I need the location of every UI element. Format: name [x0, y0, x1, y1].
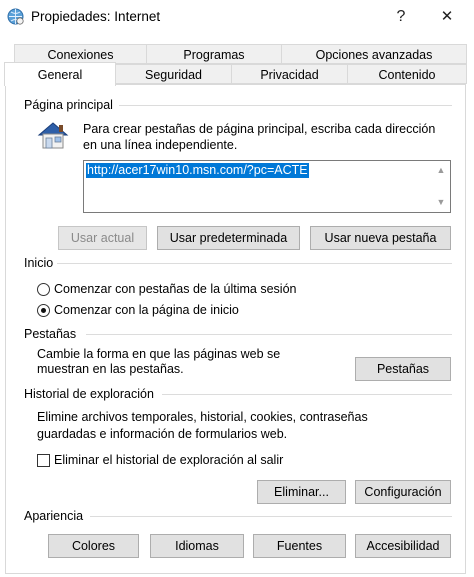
startup-tabs-radio[interactable]	[37, 283, 50, 296]
accessibility-button[interactable]: Accesibilidad	[355, 534, 451, 558]
tabs-settings-button[interactable]: Pestañas	[355, 357, 451, 381]
appearance-divider	[90, 516, 452, 517]
delete-history-button[interactable]: Eliminar...	[257, 480, 346, 504]
colors-button[interactable]: Colores	[48, 534, 139, 558]
history-description-line1: Elimine archivos temporales, historial, …	[37, 410, 368, 424]
tabs-section-divider	[86, 334, 452, 335]
radio-selected-dot	[41, 308, 46, 313]
history-heading: Historial de exploración	[24, 387, 154, 401]
home-page-heading: Página principal	[24, 98, 113, 112]
help-button[interactable]: ?	[384, 4, 418, 30]
delete-history-on-exit-label[interactable]: Eliminar el historial de exploración al …	[54, 453, 283, 467]
use-new-tab-button[interactable]: Usar nueva pestaña	[310, 226, 451, 250]
tab-opciones-avanzadas[interactable]: Opciones avanzadas	[281, 44, 467, 64]
startup-home-radio[interactable]	[37, 304, 50, 317]
history-divider	[162, 394, 452, 395]
languages-button[interactable]: Idiomas	[150, 534, 244, 558]
home-page-url-textarea[interactable]: http://acer17win10.msn.com/?pc=ACTE ▲ ▼	[83, 160, 451, 213]
fonts-button[interactable]: Fuentes	[253, 534, 346, 558]
scroll-up-arrow-icon[interactable]: ▲	[434, 165, 448, 175]
tab-conexiones[interactable]: Conexiones	[14, 44, 147, 64]
window-title: Propiedades: Internet	[31, 9, 161, 24]
history-settings-button[interactable]: Configuración	[355, 480, 451, 504]
appearance-heading: Apariencia	[24, 509, 84, 523]
tab-general[interactable]: General	[4, 62, 116, 86]
scroll-down-arrow-icon[interactable]: ▼	[434, 197, 448, 207]
startup-divider	[57, 263, 452, 264]
use-default-button[interactable]: Usar predeterminada	[157, 226, 300, 250]
tabs-description-line1: Cambie la forma en que las páginas web s…	[37, 347, 281, 361]
home-page-divider	[119, 105, 452, 106]
tabs-section-heading: Pestañas	[24, 327, 77, 341]
tab-seguridad[interactable]: Seguridad	[115, 64, 232, 84]
use-current-button[interactable]: Usar actual	[58, 226, 147, 250]
home-icon	[36, 118, 70, 152]
startup-heading: Inicio	[24, 256, 54, 270]
history-description-line2: guardadas e información de formularios w…	[37, 427, 288, 441]
startup-tabs-label[interactable]: Comenzar con pestañas de la última sesió…	[54, 282, 297, 296]
home-page-description-line1: Para crear pestañas de página principal,…	[83, 122, 436, 136]
tab-programas[interactable]: Programas	[146, 44, 282, 64]
tab-privacidad[interactable]: Privacidad	[231, 64, 348, 84]
internet-options-icon	[7, 8, 24, 25]
home-page-url-text: http://acer17win10.msn.com/?pc=ACTE	[86, 163, 309, 178]
title-bar: Propiedades: Internet ? ✕	[0, 0, 474, 34]
tab-contenido[interactable]: Contenido	[347, 64, 467, 84]
delete-history-on-exit-checkbox[interactable]	[37, 454, 50, 467]
close-button[interactable]: ✕	[430, 4, 464, 30]
home-page-description-line2: en una línea independiente.	[83, 138, 238, 152]
startup-home-label[interactable]: Comenzar con la página de inicio	[54, 303, 239, 317]
tabs-description-line2: muestran en las pestañas.	[37, 362, 184, 376]
